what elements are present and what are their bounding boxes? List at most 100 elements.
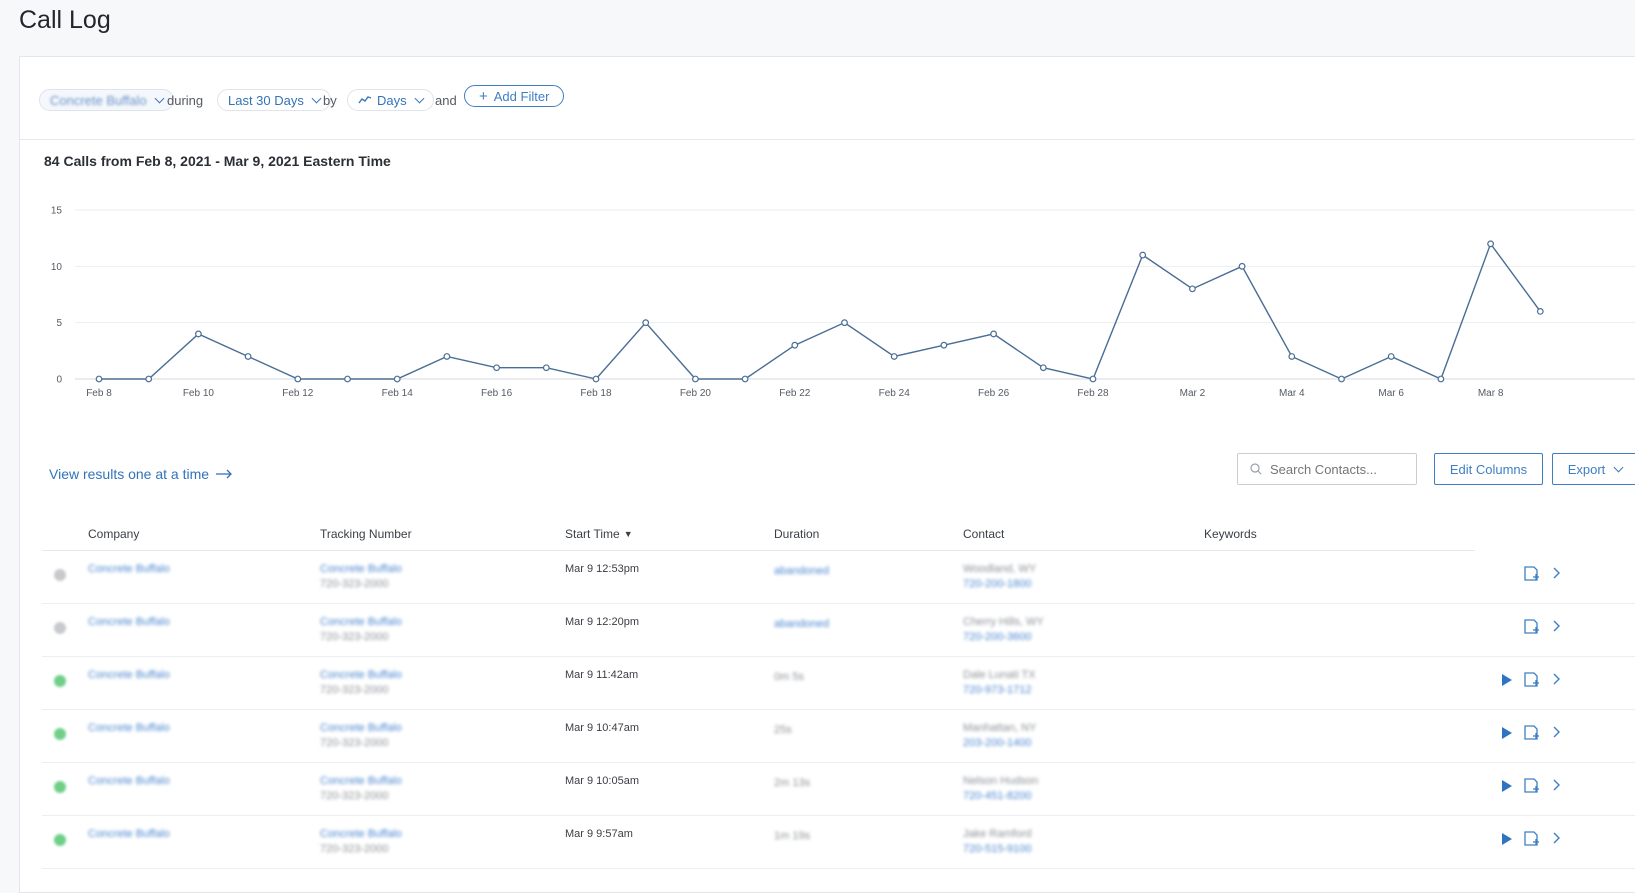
play-icon[interactable] — [1501, 726, 1513, 740]
data-point[interactable] — [791, 341, 799, 349]
data-point[interactable] — [1039, 364, 1047, 372]
view-one-at-a-time-link[interactable]: View results one at a time — [49, 466, 233, 482]
table-row[interactable]: Concrete Buffalo Concrete Buffalo 720-323-… — [42, 551, 1635, 604]
chevron-down-icon — [311, 93, 322, 103]
edit-columns-button[interactable]: Edit Columns — [1434, 453, 1543, 485]
contact-number-cell[interactable]: 720-515-9100 — [963, 843, 1032, 855]
data-point[interactable] — [1238, 262, 1246, 270]
tracking-number-cell: 720-323-2000 — [320, 684, 389, 696]
data-point[interactable] — [1387, 353, 1395, 360]
company-cell[interactable]: Concrete Buffalo — [88, 616, 170, 628]
col-contact[interactable]: Contact — [963, 527, 1004, 541]
data-point[interactable] — [592, 375, 600, 383]
data-point[interactable] — [741, 375, 749, 383]
x-tick-label: Mar 6 — [1378, 388, 1404, 399]
duration-cell: 1m 19s — [774, 830, 811, 842]
chevron-right-icon[interactable] — [1553, 567, 1561, 579]
contact-number-cell[interactable]: 720-973-1712 — [963, 684, 1032, 696]
start-time-cell: Mar 9 12:20pm — [565, 616, 639, 628]
add-filter-button[interactable]: + Add Filter — [464, 85, 565, 107]
data-point[interactable] — [642, 319, 650, 327]
tracking-source-cell[interactable]: Concrete Buffalo — [320, 616, 402, 628]
company-cell[interactable]: Concrete Buffalo — [88, 828, 170, 840]
col-start-time[interactable]: Start Time ▼ — [565, 527, 633, 541]
chevron-down-icon — [414, 93, 425, 103]
data-point[interactable] — [294, 375, 302, 383]
data-point[interactable] — [890, 353, 898, 360]
export-button[interactable]: Export — [1552, 453, 1635, 485]
table-row[interactable]: Concrete Buffalo Concrete Buffalo 720-323-… — [42, 657, 1635, 710]
data-point[interactable] — [1536, 307, 1544, 315]
company-cell[interactable]: Concrete Buffalo — [88, 669, 170, 681]
add-note-icon[interactable] — [1523, 725, 1539, 741]
company-cell[interactable]: Concrete Buffalo — [88, 722, 170, 734]
x-tick-label: Feb 14 — [382, 388, 414, 399]
play-icon[interactable] — [1501, 779, 1513, 793]
col-company[interactable]: Company — [88, 527, 139, 541]
filter-bar: Concrete Buffalo during Last 30 Days by … — [20, 57, 1635, 140]
chevron-right-icon[interactable] — [1553, 832, 1561, 844]
tracking-source-cell[interactable]: Concrete Buffalo — [320, 828, 402, 840]
data-point[interactable] — [841, 319, 848, 327]
data-point[interactable] — [1338, 375, 1345, 383]
col-tracking-number[interactable]: Tracking Number — [320, 527, 412, 541]
data-point[interactable] — [244, 353, 252, 360]
table-row[interactable]: Concrete Buffalo Concrete Buffalo 720-323-… — [42, 710, 1635, 763]
add-note-icon[interactable] — [1523, 672, 1539, 688]
tracking-source-cell[interactable]: Concrete Buffalo — [320, 563, 402, 575]
data-point[interactable] — [692, 375, 699, 383]
company-cell[interactable]: Concrete Buffalo — [88, 775, 170, 787]
play-icon[interactable] — [1501, 832, 1513, 846]
tracking-source-cell[interactable]: Concrete Buffalo — [320, 669, 402, 681]
add-note-icon[interactable] — [1523, 831, 1539, 847]
data-point[interactable] — [1089, 375, 1097, 383]
col-duration[interactable]: Duration — [774, 527, 819, 541]
tracking-source-cell[interactable]: Concrete Buffalo — [320, 775, 402, 787]
x-tick-label: Feb 20 — [680, 388, 712, 399]
data-point[interactable] — [1139, 251, 1147, 259]
play-icon[interactable] — [1501, 673, 1513, 687]
data-point[interactable] — [95, 375, 103, 383]
data-point[interactable] — [194, 330, 202, 338]
interval-dropdown[interactable]: Days — [347, 89, 434, 111]
add-note-icon[interactable] — [1523, 619, 1539, 635]
contact-number-cell[interactable]: 720-200-1800 — [963, 578, 1032, 590]
table-row[interactable]: Concrete Buffalo Concrete Buffalo 720-323-… — [42, 816, 1635, 869]
contact-number-cell[interactable]: 203-200-1400 — [963, 737, 1032, 749]
chevron-right-icon[interactable] — [1553, 673, 1561, 685]
col-keywords[interactable]: Keywords — [1204, 527, 1257, 541]
table-row[interactable]: Concrete Buffalo Concrete Buffalo 720-323-… — [42, 604, 1635, 657]
data-point[interactable] — [990, 330, 997, 338]
and-label: and — [435, 92, 457, 108]
data-point[interactable] — [443, 353, 451, 360]
contact-number-cell[interactable]: 720-451-8200 — [963, 790, 1032, 802]
x-tick-label: Feb 18 — [580, 388, 612, 399]
search-contacts[interactable] — [1237, 453, 1417, 485]
add-note-icon[interactable] — [1523, 566, 1539, 582]
data-point[interactable] — [344, 375, 351, 383]
call-status-icon — [54, 834, 66, 846]
contact-name-cell: Jake Ramford — [963, 828, 1032, 840]
search-contacts-input[interactable] — [1270, 461, 1410, 477]
table-row[interactable]: Concrete Buffalo Concrete Buffalo 720-323-… — [42, 763, 1635, 816]
data-point[interactable] — [542, 364, 550, 372]
contact-number-cell[interactable]: 720-200-3600 — [963, 631, 1032, 643]
company-filter-dropdown[interactable]: Concrete Buffalo — [39, 89, 174, 111]
call-status-icon — [54, 728, 66, 740]
data-point[interactable] — [940, 341, 948, 349]
data-point[interactable] — [1437, 375, 1445, 383]
data-point[interactable] — [1188, 285, 1196, 293]
tracking-number-cell: 720-323-2000 — [320, 631, 389, 643]
chevron-right-icon[interactable] — [1553, 779, 1561, 791]
chevron-right-icon[interactable] — [1553, 620, 1561, 632]
data-point[interactable] — [1487, 240, 1494, 248]
data-point[interactable] — [1288, 353, 1296, 360]
data-point[interactable] — [493, 364, 501, 372]
data-point[interactable] — [145, 375, 153, 383]
date-range-dropdown[interactable]: Last 30 Days — [217, 89, 331, 111]
chevron-right-icon[interactable] — [1553, 726, 1561, 738]
company-cell[interactable]: Concrete Buffalo — [88, 563, 170, 575]
data-point[interactable] — [393, 375, 401, 383]
tracking-source-cell[interactable]: Concrete Buffalo — [320, 722, 402, 734]
add-note-icon[interactable] — [1523, 778, 1539, 794]
